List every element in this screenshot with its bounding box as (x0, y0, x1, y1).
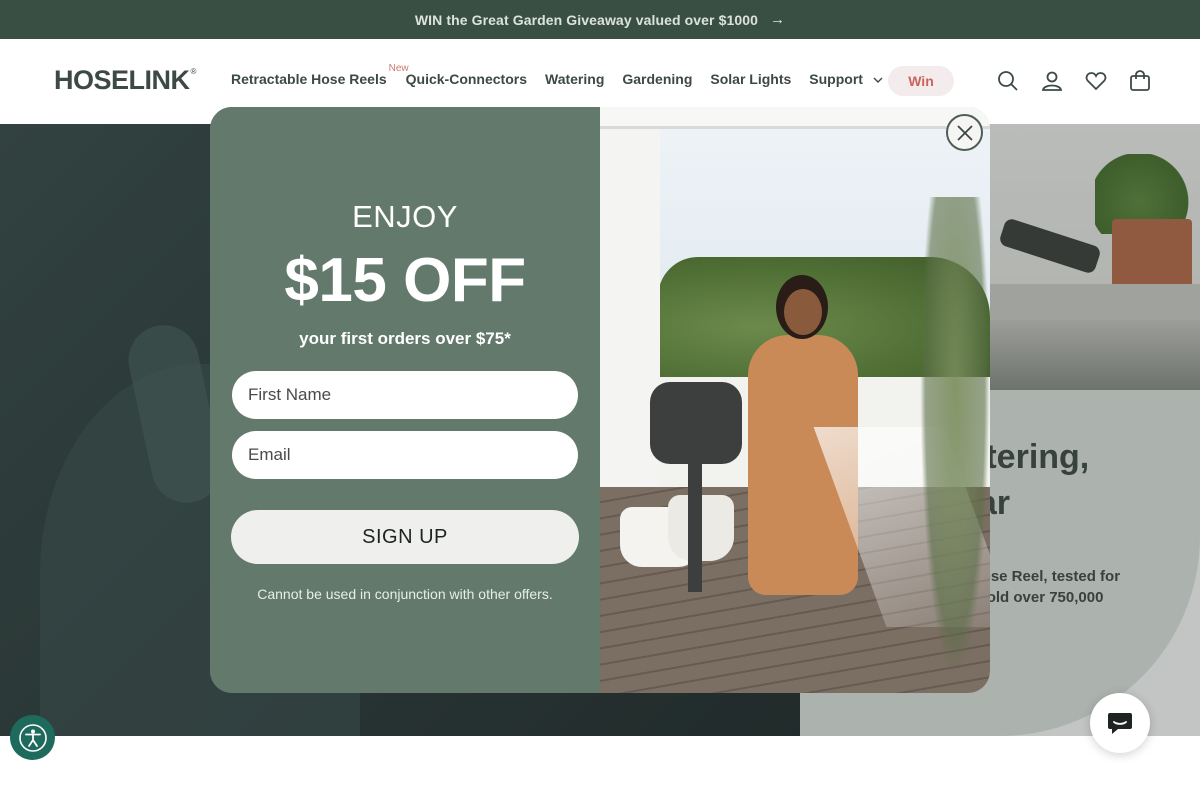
hoselink-logo[interactable]: HOSELINK® (54, 65, 196, 96)
woman-face (784, 289, 822, 335)
offer-amount: $15 OFF (284, 246, 526, 315)
chat-button[interactable] (1090, 693, 1150, 753)
nav-item-retractable-hose-reels[interactable]: Retractable Hose Reels New (231, 63, 409, 87)
chat-bubble-icon (1108, 713, 1132, 734)
hose-reel-post (688, 462, 702, 592)
chevron-down-icon (873, 76, 883, 87)
hose-reel (650, 382, 742, 464)
nav-item-quick-connectors[interactable]: Quick-Connectors (406, 71, 527, 87)
accessibility-button[interactable] (10, 715, 55, 760)
house-wall (600, 107, 660, 527)
offer-disclaimer: Cannot be used in conjunction with other… (257, 586, 553, 602)
win-button[interactable]: Win (888, 66, 954, 96)
nav-item-gardening[interactable]: Gardening (622, 71, 692, 87)
roof-eave (600, 107, 990, 129)
olive-tree (920, 197, 990, 677)
announcement-text[interactable]: WIN the Great Garden Giveaway valued ove… (415, 12, 758, 28)
nav-item-solar-lights[interactable]: Solar Lights (710, 71, 791, 87)
announcement-bar[interactable]: WIN the Great Garden Giveaway valued ove… (0, 0, 1200, 39)
popup-lifestyle-image (600, 107, 990, 693)
offer-subline: your first orders over $75* (299, 329, 511, 348)
email-field[interactable] (232, 431, 578, 479)
nav-item-support[interactable]: Support (809, 71, 883, 87)
arrow-right-icon: → (770, 11, 786, 28)
first-name-field[interactable] (232, 371, 578, 419)
close-icon (956, 124, 973, 141)
main-nav: Retractable Hose Reels New Quick-Connect… (231, 63, 901, 87)
nav-item-watering[interactable]: Watering (545, 71, 604, 87)
discount-popup: ENJOY $15 OFF your first orders over $75… (210, 107, 990, 693)
wishlist-heart-icon[interactable] (1084, 69, 1108, 93)
close-popup-button[interactable] (946, 114, 983, 151)
enjoy-heading: ENJOY (352, 199, 458, 234)
accessibility-icon (18, 723, 47, 752)
cart-bag-icon[interactable] (1128, 69, 1152, 93)
account-icon[interactable] (1040, 69, 1064, 93)
popup-form-panel: ENJOY $15 OFF your first orders over $75… (210, 107, 600, 693)
sign-up-button[interactable]: SIGN UP (231, 510, 579, 564)
search-icon[interactable] (996, 69, 1020, 93)
